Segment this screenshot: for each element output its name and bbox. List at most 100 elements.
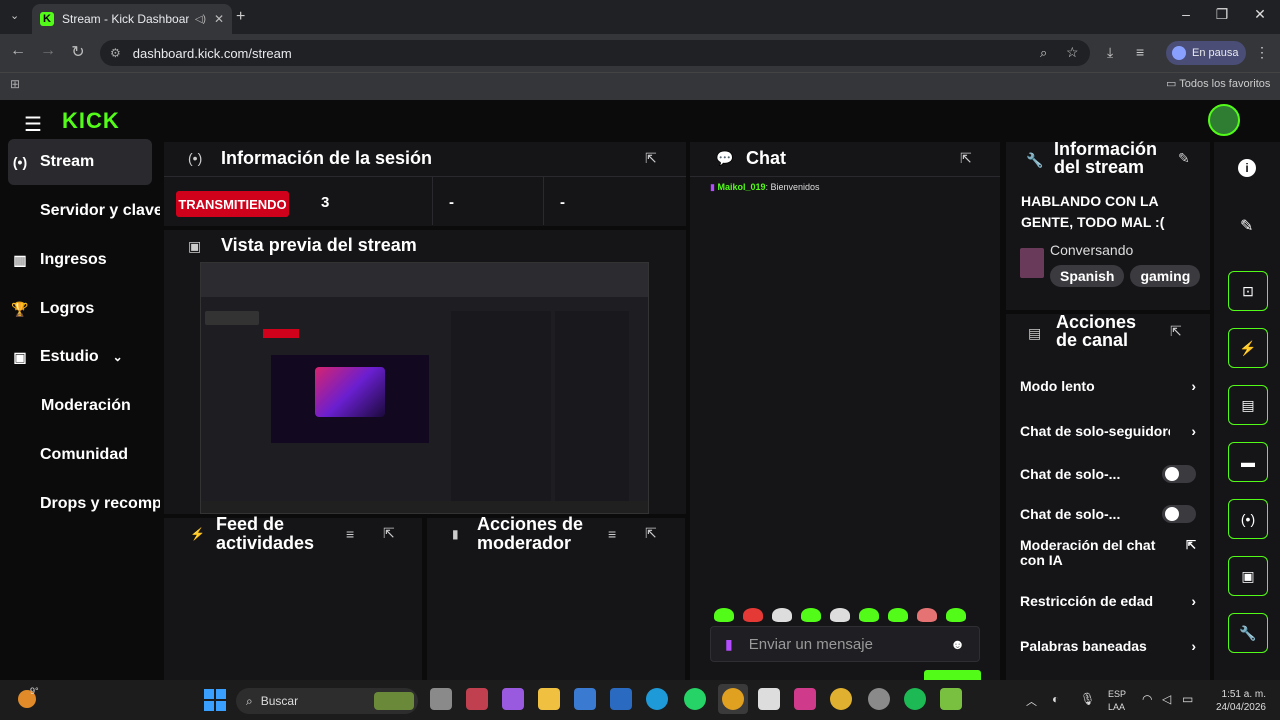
sidebar-item-moderation[interactable]: Moderación — [0, 383, 160, 429]
emote-icon[interactable] — [714, 608, 734, 622]
chat-button[interactable]: ▬ — [1228, 442, 1268, 482]
app-icon[interactable] — [794, 688, 816, 710]
url-field[interactable]: ⚙ dashboard.kick.com/stream — [100, 40, 1090, 66]
popout-icon[interactable]: ⇱ — [1170, 323, 1182, 340]
profile-button[interactable]: En pausa — [1166, 41, 1246, 65]
followers-only-row[interactable]: Chat de solo-seguidores › — [1006, 412, 1210, 450]
emoji-icon[interactable]: ☻ — [950, 636, 965, 652]
sidebar-item-server-key[interactable]: Servidor y clave — [0, 188, 160, 234]
store-icon[interactable] — [574, 688, 596, 710]
copilot-icon[interactable] — [502, 688, 524, 710]
maximize-button[interactable]: ❐ — [1212, 6, 1232, 23]
tab-search-icon[interactable]: ⌄ — [10, 9, 19, 22]
app-icon[interactable] — [830, 688, 852, 710]
task-view-icon[interactable] — [430, 688, 452, 710]
site-info-icon[interactable]: ⚙ — [110, 46, 121, 60]
whatsapp-icon[interactable] — [684, 688, 706, 710]
edge-icon[interactable] — [646, 688, 668, 710]
close-window-button[interactable]: ✕ — [1250, 6, 1270, 23]
tag-chip[interactable]: gaming — [1130, 265, 1201, 287]
toggle-switch[interactable] — [1162, 505, 1196, 523]
slow-mode-row[interactable]: Modo lento › — [1006, 367, 1210, 405]
reading-list-icon[interactable]: ≡ — [1136, 44, 1144, 60]
emote-icon[interactable] — [859, 608, 879, 622]
filter-icon[interactable]: ≡ — [346, 526, 354, 542]
user-avatar[interactable] — [1208, 104, 1240, 136]
chat-input[interactable]: ▮ Enviar un mensaje ☻ — [710, 626, 980, 662]
audio-icon[interactable]: ◁) — [195, 14, 206, 25]
tray-chevron-icon[interactable]: ︿ — [1026, 693, 1037, 709]
ai-moderation-row[interactable]: Moderación del chat con IA ⇱ — [1006, 538, 1210, 578]
download-icon[interactable]: ⤓ — [1107, 44, 1113, 61]
popout-icon[interactable]: ⇱ — [960, 150, 972, 167]
tag-chip[interactable]: Spanish — [1050, 265, 1125, 287]
emote-icon[interactable] — [830, 608, 850, 622]
emote-icon[interactable] — [946, 608, 966, 622]
mic-icon[interactable]: ▮ — [725, 636, 733, 653]
mic-icon[interactable]: 🎙 — [1080, 692, 1095, 706]
tray-app-icon[interactable]: ◐ — [1052, 692, 1059, 706]
chat-only-row[interactable]: Chat de solo-... — [1006, 455, 1210, 493]
browser-tab[interactable]: K Stream - Kick Dashboard ◁) ✕ — [32, 4, 232, 34]
category-name[interactable]: Conversando — [1050, 242, 1133, 258]
wifi-icon[interactable]: ◠ — [1142, 692, 1152, 706]
filter-icon[interactable]: ≡ — [608, 526, 616, 542]
emote-icon[interactable] — [772, 608, 792, 622]
info-icon[interactable]: i — [1238, 159, 1256, 177]
screenshot-button[interactable]: ⊡ — [1228, 271, 1268, 311]
banned-words-row[interactable]: Palabras baneadas › — [1006, 627, 1210, 665]
zoom-icon[interactable]: ⌕ — [1040, 45, 1047, 61]
app-icon[interactable] — [868, 688, 890, 710]
sidebar-item-achievements[interactable]: 🏆 Logros — [0, 286, 160, 332]
clock[interactable]: 1:51 a. m. 24/04/2026 — [1212, 688, 1266, 714]
app-icon[interactable] — [610, 688, 632, 710]
toggle-switch[interactable] — [1162, 465, 1196, 483]
reload-button[interactable]: ↻ — [68, 42, 88, 62]
edit-pencil-icon[interactable]: ✎ — [1240, 216, 1253, 236]
apps-grid-icon[interactable]: ⊞ — [10, 77, 20, 91]
volume-icon[interactable]: ◁ — [1162, 692, 1171, 706]
spotify-icon[interactable] — [904, 688, 926, 710]
notes-button[interactable]: ▤ — [1228, 385, 1268, 425]
edit-pencil-icon[interactable]: ✎ — [1178, 150, 1190, 167]
app-icon[interactable] — [940, 688, 962, 710]
battery-icon[interactable]: ▭ — [1182, 692, 1193, 706]
kick-logo[interactable]: KICK — [62, 108, 120, 134]
chrome-icon[interactable] — [722, 688, 744, 710]
sidebar-item-drops[interactable]: Drops y recompensas — [0, 481, 160, 527]
wrench-button[interactable]: 🔧 — [1228, 613, 1268, 653]
popout-icon[interactable]: ⇱ — [645, 525, 657, 542]
video-button[interactable]: ▣ — [1228, 556, 1268, 596]
stream-preview-video[interactable] — [200, 262, 649, 514]
file-explorer-icon[interactable] — [538, 688, 560, 710]
popout-icon[interactable]: ⇱ — [645, 150, 657, 167]
bookmark-star-icon[interactable]: ☆ — [1066, 44, 1079, 61]
sidebar-item-studio[interactable]: ▣ Estudio ⌄ — [0, 334, 160, 380]
back-button[interactable]: ← — [8, 42, 28, 60]
sidebar-item-community[interactable]: Comunidad — [0, 432, 160, 478]
new-tab-button[interactable]: + — [236, 8, 245, 26]
emote-icon[interactable] — [917, 608, 937, 622]
emote-icon[interactable] — [888, 608, 908, 622]
lightning-button[interactable]: ⚡ — [1228, 328, 1268, 368]
send-button[interactable] — [924, 670, 981, 680]
app-icon[interactable] — [466, 688, 488, 710]
hamburger-menu-icon[interactable]: ☰ — [24, 112, 42, 137]
all-bookmarks-folder[interactable]: ▭ Todos los favoritos — [1166, 77, 1270, 90]
tab-close-icon[interactable]: ✕ — [214, 12, 224, 26]
chat-only-row[interactable]: Chat de solo-... — [1006, 495, 1210, 533]
app-icon[interactable] — [758, 688, 780, 710]
taskbar-search[interactable]: ⌕ Buscar — [236, 688, 418, 714]
age-restriction-row[interactable]: Restricción de edad › — [1006, 582, 1210, 620]
language-indicator[interactable]: ESP LAA — [1108, 688, 1126, 714]
start-button[interactable] — [204, 689, 226, 711]
popout-icon[interactable]: ⇱ — [383, 525, 395, 542]
menu-icon[interactable]: ⋮ — [1255, 44, 1269, 61]
emote-icon[interactable] — [801, 608, 821, 622]
broadcast-button[interactable]: (•) — [1228, 499, 1268, 539]
emote-icon[interactable] — [743, 608, 763, 622]
sidebar-item-income[interactable]: ▥ Ingresos — [0, 237, 160, 283]
forward-button[interactable]: → — [38, 42, 58, 60]
chat-username[interactable]: Maikol_019 — [717, 182, 765, 192]
sidebar-item-stream[interactable]: (•) Stream — [0, 139, 160, 185]
